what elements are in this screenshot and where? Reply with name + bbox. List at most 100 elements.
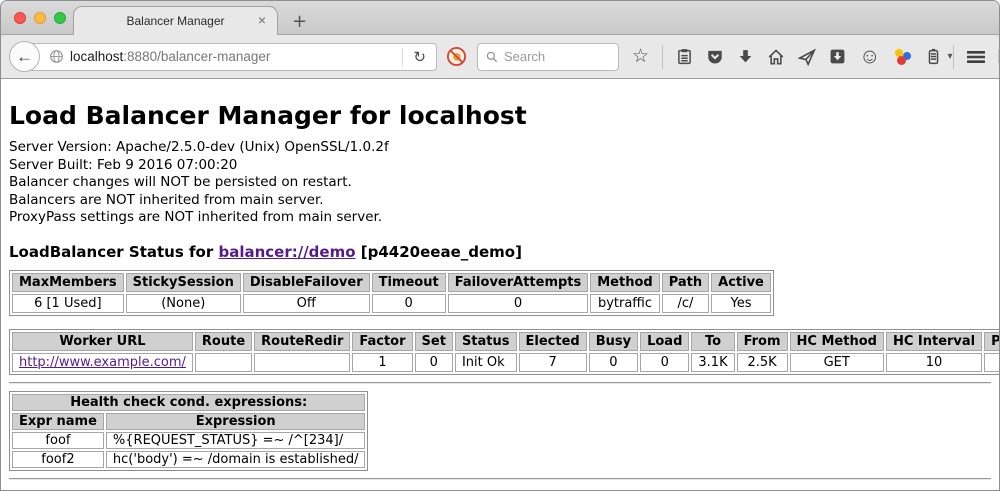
- stickysession-cell: (None): [126, 294, 241, 313]
- column-header: RouteRedir: [254, 332, 350, 351]
- status-prefix: LoadBalancer Status for: [9, 243, 218, 261]
- column-header: Expr name: [12, 413, 104, 430]
- search-box[interactable]: [477, 43, 619, 71]
- expr-name-cell: foof2: [12, 451, 104, 468]
- table-row: foof2 hc('body') =~ /domain is establish…: [12, 451, 365, 468]
- health-table-title: Health check cond. expressions:: [12, 394, 365, 411]
- timeout-cell: 0: [372, 294, 446, 313]
- column-header: StickySession: [126, 273, 241, 292]
- worker-table: Worker URL Route RouteRedir Factor Set S…: [9, 329, 1000, 375]
- column-header: Elected: [519, 332, 587, 351]
- load-cell: 0: [640, 353, 689, 372]
- table-header-row: Worker URL Route RouteRedir Factor Set S…: [12, 332, 1000, 351]
- factor-cell: 1: [352, 353, 412, 372]
- column-header: Method: [590, 273, 659, 292]
- failoverattempts-cell: 0: [448, 294, 589, 313]
- path-cell: /c/: [662, 294, 709, 313]
- url-path: :8880/balancer-manager: [123, 49, 270, 64]
- download-manager-icon[interactable]: [829, 48, 846, 65]
- fullscreen-window-button[interactable]: [54, 12, 66, 24]
- send-plane-icon[interactable]: [798, 48, 816, 66]
- passes-cell: 1 (0): [984, 353, 1000, 372]
- column-header: From: [737, 332, 788, 351]
- status-suffix: [p4420eeae_demo]: [356, 243, 522, 261]
- back-button[interactable]: ←: [9, 41, 40, 72]
- balancer-status-table: MaxMembers StickySession DisableFailover…: [9, 270, 774, 316]
- home-icon[interactable]: [767, 48, 785, 66]
- colored-dots-addon-icon[interactable]: [894, 48, 912, 66]
- window-controls: [14, 12, 66, 24]
- url-host: localhost: [70, 49, 123, 64]
- battery-addon-icon[interactable]: [925, 48, 942, 65]
- back-arrow-icon: ←: [16, 47, 33, 67]
- column-header: Status: [455, 332, 517, 351]
- expr-name-cell: foof: [12, 432, 104, 449]
- navigation-toolbar: ← localhost:8880/balancer-manager ↻: [1, 35, 999, 79]
- column-header: To: [691, 332, 734, 351]
- column-header: DisableFailover: [243, 273, 370, 292]
- elected-cell: 7: [519, 353, 587, 372]
- column-header: Busy: [589, 332, 638, 351]
- search-icon: [486, 50, 498, 64]
- active-cell: Yes: [711, 294, 771, 313]
- to-cell: 3.1K: [691, 353, 734, 372]
- bookmark-star-icon[interactable]: ☆: [632, 47, 649, 66]
- expression-cell: %{REQUEST_STATUS} =~ /^[234]/: [106, 432, 366, 449]
- table-title-row: Health check cond. expressions:: [12, 394, 365, 411]
- proxypass-notice-line: ProxyPass settings are NOT inherited fro…: [9, 209, 991, 227]
- url-bar[interactable]: localhost:8880/balancer-manager ↻: [23, 43, 437, 71]
- page-content: Load Balancer Manager for localhost Serv…: [1, 79, 999, 480]
- close-window-button[interactable]: [14, 12, 26, 24]
- content-blocked-icon[interactable]: [446, 46, 467, 67]
- column-header: FailoverAttempts: [448, 273, 589, 292]
- inherit-notice-line: Balancers are NOT inherited from main se…: [9, 192, 991, 210]
- reload-icon[interactable]: ↻: [403, 48, 436, 66]
- clipboard-icon[interactable]: [676, 48, 693, 65]
- maxmembers-cell: 6 [1 Used]: [12, 294, 124, 313]
- disablefailover-cell: Off: [243, 294, 370, 313]
- tab-balancer-manager[interactable]: Balancer Manager ×: [73, 6, 278, 35]
- table-row: 6 [1 Used] (None) Off 0 0 bytraffic /c/ …: [12, 294, 771, 313]
- table-row: foof %{REQUEST_STATUS} =~ /^[234]/: [12, 432, 365, 449]
- loadbalancer-status-heading: LoadBalancer Status for balancer://demo …: [9, 243, 991, 261]
- server-built-line: Server Built: Feb 9 2016 07:00:20: [9, 157, 991, 175]
- smiley-icon[interactable]: ☺: [859, 46, 880, 67]
- persist-notice-line: Balancer changes will NOT be persisted o…: [9, 174, 991, 192]
- status-cell: Init Ok: [455, 353, 517, 372]
- minimize-window-button[interactable]: [34, 12, 46, 24]
- routeredir-cell: [254, 353, 350, 372]
- worker-url-link[interactable]: http://www.example.com/: [19, 355, 186, 370]
- worker-row: http://www.example.com/ 1 0 Init Ok 7 0 …: [12, 353, 1000, 372]
- table-header-row: MaxMembers StickySession DisableFailover…: [12, 273, 771, 292]
- close-tab-icon[interactable]: ×: [258, 13, 266, 27]
- hc-method-cell: GET: [790, 353, 884, 372]
- search-input[interactable]: [504, 49, 610, 64]
- hamburger-menu-icon[interactable]: [966, 49, 986, 65]
- new-tab-button[interactable]: +: [292, 13, 307, 31]
- column-header: Timeout: [372, 273, 446, 292]
- from-cell: 2.5K: [737, 353, 788, 372]
- column-header: Path: [662, 273, 709, 292]
- column-header: MaxMembers: [12, 273, 124, 292]
- health-check-table: Health check cond. expressions: Expr nam…: [9, 391, 368, 471]
- table-header-row: Expr name Expression: [12, 413, 365, 430]
- toolbar-right-group: [953, 45, 1000, 69]
- column-header: HC Interval: [886, 332, 982, 351]
- toolbar-divider: [953, 45, 954, 69]
- pocket-icon[interactable]: [706, 48, 724, 66]
- section-divider: [9, 382, 991, 384]
- column-header: Factor: [352, 332, 412, 351]
- busy-cell: 0: [589, 353, 638, 372]
- balancer-demo-link[interactable]: balancer://demo: [218, 243, 355, 261]
- download-arrow-icon[interactable]: [737, 48, 754, 65]
- route-cell: [195, 353, 252, 372]
- column-header: Route: [195, 332, 252, 351]
- column-header: Load: [640, 332, 689, 351]
- method-cell: bytraffic: [590, 294, 659, 313]
- toolbar-icons: ☆: [632, 45, 953, 69]
- hc-interval-cell: 10: [886, 353, 982, 372]
- column-header: Set: [415, 332, 453, 351]
- column-header: HC Method: [790, 332, 884, 351]
- toolbar-divider: [662, 45, 663, 69]
- server-version-line: Server Version: Apache/2.5.0-dev (Unix) …: [9, 139, 991, 157]
